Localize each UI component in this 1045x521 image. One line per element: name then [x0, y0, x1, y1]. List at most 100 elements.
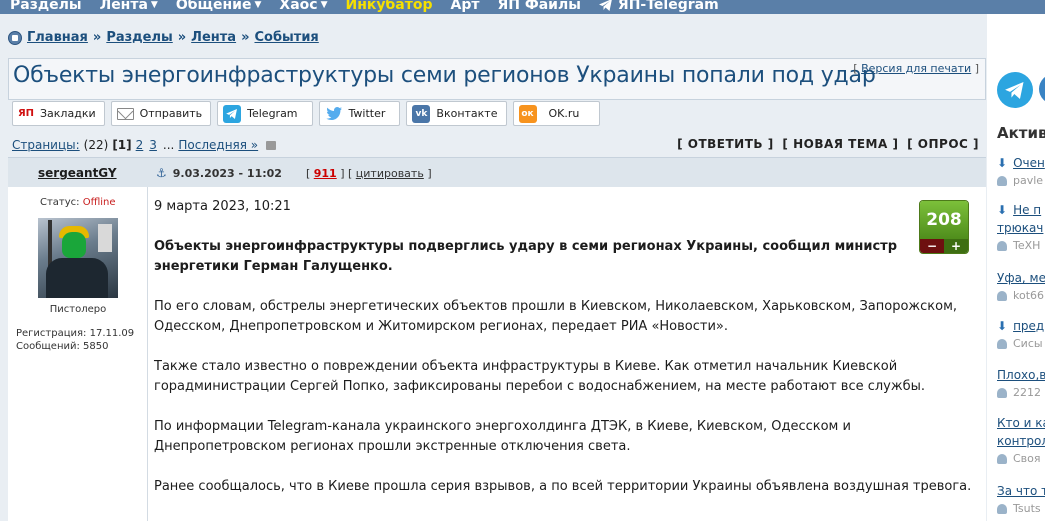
share-ok-button[interactable]: ок OK.ru [512, 101, 601, 126]
avatar[interactable] [38, 218, 118, 298]
print-version: [ Версия для печати ] [853, 62, 979, 75]
nav-item-sections[interactable]: Разделы [10, 0, 82, 13]
telegram-icon[interactable] [997, 72, 1033, 108]
sidebar-topic-title[interactable]: Не п [1013, 203, 1041, 217]
sidebar-topic-user[interactable]: 2212 [1013, 384, 1041, 402]
sidebar-topic[interactable]: ⬇ пред Сисы [997, 317, 1044, 353]
breadcrumb-sections[interactable]: Разделы [106, 30, 172, 45]
poll-button[interactable]: [ ОПРОС ] [907, 137, 979, 151]
sidebar-topic-user[interactable]: Сисы [1013, 335, 1043, 353]
user-icon [997, 291, 1007, 301]
avatar-detail [98, 224, 112, 252]
reply-button[interactable]: [ ОТВЕТИТЬ ] [677, 137, 774, 151]
social-icon[interactable] [1039, 74, 1045, 104]
avatar-detail [46, 258, 108, 298]
breadcrumb-events[interactable]: События [254, 30, 318, 45]
share-bookmarks-button[interactable]: ЯП Закладки [12, 101, 105, 126]
breadcrumb-home[interactable]: Главная [27, 30, 88, 45]
sidebar-topic[interactable]: ⬇ Очен pavle [997, 154, 1045, 190]
nav-item-incubator[interactable]: Инкубатор [346, 0, 433, 13]
nav-item-art[interactable]: Арт [451, 0, 480, 13]
sidebar-topic-title-cont[interactable]: контрол [997, 432, 1045, 450]
nav-item-files[interactable]: ЯП Файлы [497, 0, 580, 13]
pagination-dots: ... [162, 138, 175, 152]
sidebar-topic-user[interactable]: Своя [1013, 450, 1041, 468]
sidebar-topic[interactable]: Кто и ка контрол Своя [997, 414, 1045, 468]
vk-icon: vk [412, 104, 431, 123]
share-vk-button[interactable]: vk Вконтакте [406, 101, 507, 126]
sidebar-topic-title[interactable]: Кто и ка [997, 414, 1045, 432]
sidebar-topic-title[interactable]: За что т [997, 482, 1045, 500]
post-author[interactable]: sergeantGY [38, 166, 117, 180]
rating-value: 208 [920, 201, 968, 239]
arrow-down-icon: ⬇ [997, 156, 1008, 170]
sidebar-topic-title[interactable]: пред [1013, 319, 1044, 333]
anchor-icon[interactable]: ⚓ [156, 166, 167, 180]
pagination-page[interactable]: 3 [149, 138, 157, 152]
sidebar-topic-title[interactable]: Плохо,в [997, 366, 1045, 384]
status-value: Offline [82, 197, 116, 208]
sidebar-topic-user[interactable]: Tsuts [1013, 500, 1041, 518]
telegram-icon [223, 104, 242, 123]
nav-item-label: Арт [450, 0, 480, 13]
nav-item-label: ЯП Файлы [497, 0, 581, 13]
sidebar-topic[interactable]: Плохо,в 2212 [997, 366, 1045, 402]
sidebar-topic[interactable]: За что т Tsuts [997, 482, 1045, 518]
pagination-last[interactable]: Последняя » [178, 138, 258, 152]
post-number[interactable]: 911 [314, 167, 337, 180]
pagination: Страницы: (22) [1] 2 3 ... Последняя » [12, 138, 277, 152]
status-label: Статус: [40, 197, 80, 208]
pagination-page[interactable]: 2 [136, 138, 144, 152]
sidebar-topic-user[interactable]: TeXH [1013, 237, 1040, 255]
main-content: Главная » Разделы » Лента » События Объе… [0, 14, 987, 521]
post-paragraph: Также стало известно о повреждении объек… [154, 359, 926, 394]
top-navigation: Разделы Лента ▼ Общение ▼ Хаос ▼ Инкубатор … [0, 0, 1045, 14]
sidebar-topic[interactable]: ⬇ Не п трюкач TeXH [997, 201, 1043, 255]
nav-item-label: Хаос [279, 0, 318, 13]
post-number-bracket: ] [ [336, 166, 356, 180]
breadcrumb-feed[interactable]: Лента [191, 30, 236, 45]
nav-item-feed[interactable]: Лента ▼ [100, 0, 158, 13]
rating-plus-button[interactable]: + [944, 239, 968, 253]
nav-item-label: Лента [99, 0, 148, 13]
sidebar-topic[interactable]: Уфа, ме kot66 [997, 269, 1045, 305]
print-version-link[interactable]: Версия для печати [861, 62, 971, 75]
nav-item-label: Разделы [10, 0, 82, 13]
share-twitter-button[interactable]: Twitter [318, 101, 401, 126]
sidebar-topic-user[interactable]: kot66 [1013, 287, 1044, 305]
ok-icon: ок [518, 104, 537, 123]
pagination-total: (22) [83, 138, 109, 152]
user-icon [997, 241, 1007, 251]
user-icon [997, 339, 1007, 349]
topic-title: Объекты энергоинфраструктуры семи регион… [13, 63, 876, 88]
rating-minus-button[interactable]: − [920, 239, 944, 253]
share-telegram-button[interactable]: Telegram [217, 101, 313, 126]
pagination-label[interactable]: Страницы: [12, 138, 80, 152]
sidebar-topic-title-cont[interactable]: трюкач [997, 219, 1043, 237]
breadcrumb-separator: » [241, 30, 250, 45]
caret-down-icon: ▼ [150, 0, 158, 10]
mail-sort-icon[interactable] [266, 140, 277, 150]
breadcrumb-separator: » [177, 30, 187, 45]
nav-item-chat[interactable]: Общение ▼ [176, 0, 262, 13]
cite-link[interactable]: цитировать [356, 167, 424, 180]
cite-bracket: ] [423, 166, 432, 180]
right-sidebar: Актив ⬇ Очен pavle ⬇ Не п трюкач TeXH Уфа,… [987, 14, 1045, 521]
sidebar-topic-title[interactable]: Очен [1013, 156, 1045, 170]
topic-actions: [ ОТВЕТИТЬ ] [ НОВАЯ ТЕМА ] [ ОПРОС ] [673, 137, 979, 151]
nav-item-telegram[interactable]: ЯП-Telegram [598, 0, 719, 13]
share-label: Telegram [247, 107, 298, 120]
user-rank: Пистолеро [49, 304, 107, 315]
sidebar-topic-title[interactable]: Уфа, ме [997, 269, 1045, 287]
nav-item-chaos[interactable]: Хаос ▼ [279, 0, 327, 13]
home-icon[interactable] [8, 30, 22, 45]
share-label: OK.ru [548, 107, 580, 120]
user-status: Статус: Offline [40, 197, 116, 208]
new-topic-button[interactable]: [ НОВАЯ ТЕМА ] [782, 137, 898, 151]
topic-title-box: Объекты энергоинфраструктуры семи регион… [8, 58, 986, 100]
share-send-button[interactable]: Отправить [110, 101, 212, 126]
post-text: 9 марта 2023, 10:21 Объекты энергоинфрас… [154, 197, 974, 517]
sidebar-topic-user[interactable]: pavle [1013, 172, 1043, 190]
user-icon [997, 504, 1007, 514]
nav-item-label: Общение [175, 0, 252, 13]
